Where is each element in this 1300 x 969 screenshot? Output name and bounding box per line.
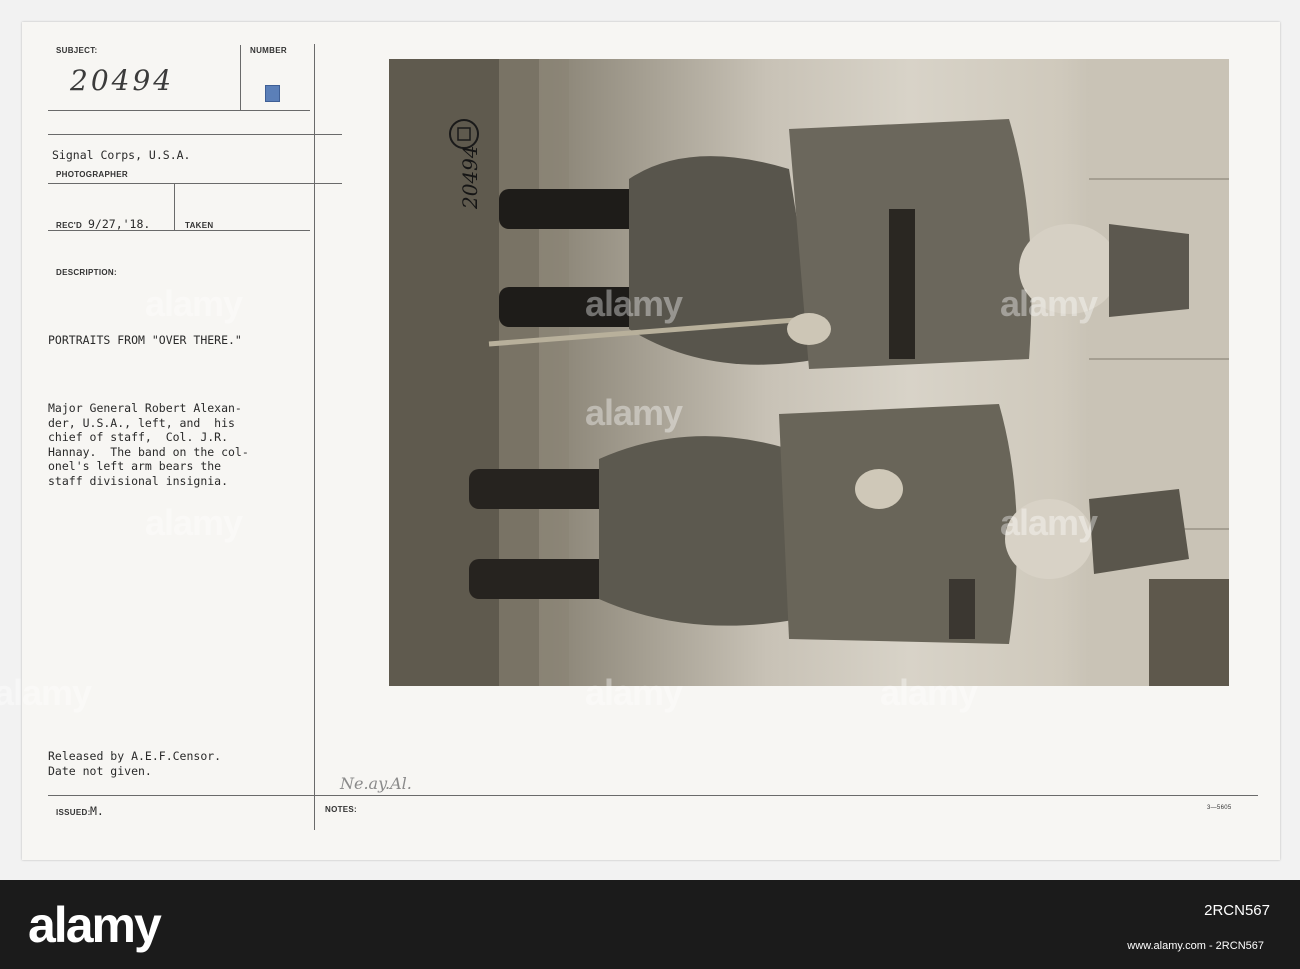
description-line: staff divisional insignia. [48,473,229,488]
stamp-number: 20494 [458,145,482,210]
description-title: PORTRAITS FROM "OVER THERE." [48,333,242,347]
issued-label: ISSUED: [56,808,91,817]
divider [48,795,1258,796]
notes-label: NOTES: [325,805,358,814]
photographer-label: PHOTOGRAPHER [56,170,128,179]
watermark: alamy [0,672,92,713]
description-line: chief of staff, Col. J.R. [48,430,229,445]
divider [314,44,315,830]
description-line: onel's left arm bears the [48,459,222,474]
taken-label: TAKEN [185,221,214,230]
release-note: Released by A.E.F.Censor. Date not given… [48,749,221,778]
number-label: NUMBER [250,46,287,55]
description-label: DESCRIPTION: [56,268,117,277]
watermark: alamy [585,672,683,713]
soldiers-photograph: 20494 [389,59,1229,686]
watermark: alamy [585,283,683,324]
image-code: 2RCN567 [1204,902,1270,919]
description-line: der, U.S.A., left, and his [48,415,235,430]
issued-value: M. [90,804,104,818]
description-line: Hannay. The band on the col- [48,444,249,459]
subject-number: 20494 [70,64,175,97]
description-body: Major General Robert Alexan- der, U.S.A.… [48,401,249,489]
watermark: alamy [145,283,243,324]
figure-general [488,119,1189,369]
footer-bar: alamy [0,880,1300,969]
release-line: Date not given. [48,763,152,778]
release-line: Released by A.E.F.Censor. [48,749,222,763]
stock-id: www.alamy.com - 2RCN567 [1127,940,1264,952]
divider [174,183,175,230]
number-stamp [265,85,280,102]
notes-handwriting: Ne.ay.Al. [340,774,412,793]
recd-label: REC'D [56,221,83,230]
watermark: alamy [145,502,243,543]
subject-label: SUBJECT: [56,46,98,55]
watermark: alamy [880,672,978,713]
divider [48,110,310,111]
divider [48,134,342,135]
divider [48,183,342,184]
watermark: alamy [1000,283,1098,324]
brand-logo[interactable]: alamy [28,896,162,954]
watermark: alamy [585,392,683,433]
watermark: alamy [1000,502,1098,543]
form-code: 3—5605 [1207,805,1232,811]
photo-illustration: 20494 [389,59,1229,686]
recd-date: 9/27,'18. [88,217,151,231]
photographer-org: Signal Corps, U.S.A. [52,148,191,162]
description-line: Major General Robert Alexan- [48,401,242,415]
divider [240,45,241,111]
